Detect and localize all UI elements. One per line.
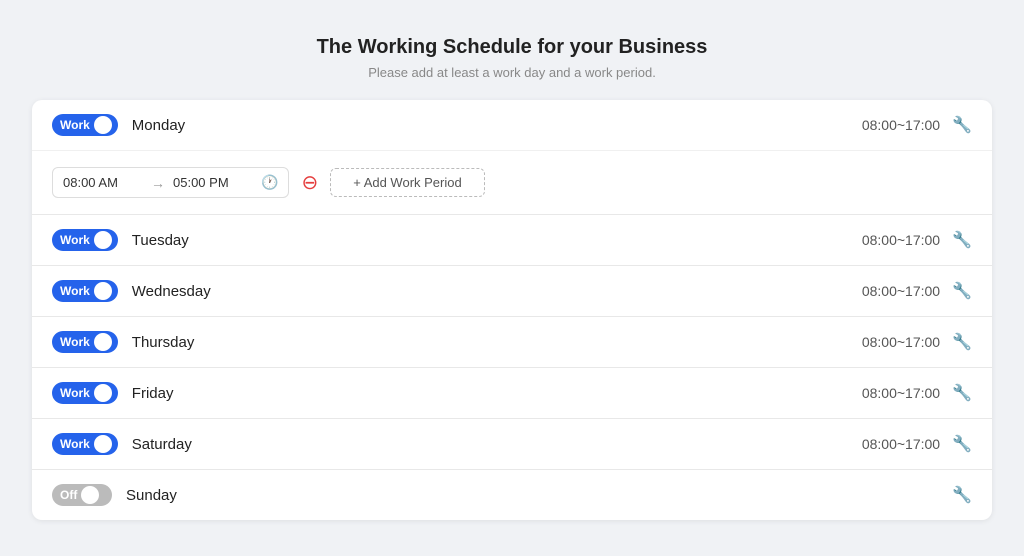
toggle-circle-monday — [94, 116, 112, 134]
day-row-thursday: Work Thursday08:00~17:00 🔧 — [32, 317, 992, 368]
day-header-friday[interactable]: Work Friday08:00~17:00 🔧 — [32, 368, 992, 418]
day-name-sunday: Sunday — [126, 487, 940, 504]
toggle-wednesday[interactable]: Work — [52, 280, 118, 302]
wrench-icon-wednesday[interactable]: 🔧 — [952, 281, 972, 301]
day-name-tuesday: Tuesday — [132, 232, 862, 249]
wrench-icon-friday[interactable]: 🔧 — [952, 383, 972, 403]
day-header-thursday[interactable]: Work Thursday08:00~17:00 🔧 — [32, 317, 992, 367]
day-header-tuesday[interactable]: Work Tuesday08:00~17:00 🔧 — [32, 215, 992, 265]
day-name-monday: Monday — [132, 117, 862, 134]
day-row-saturday: Work Saturday08:00~17:00 🔧 — [32, 419, 992, 470]
day-name-thursday: Thursday — [132, 334, 862, 351]
toggle-circle-tuesday — [94, 231, 112, 249]
toggle-saturday[interactable]: Work — [52, 433, 118, 455]
day-hours-tuesday: 08:00~17:00 — [862, 232, 940, 248]
toggle-label-sunday: Off — [60, 488, 77, 502]
wrench-icon-sunday[interactable]: 🔧 — [952, 485, 972, 505]
toggle-thursday[interactable]: Work — [52, 331, 118, 353]
day-row-monday: WorkMonday08:00~17:00🔧→🕐⊖+ Add Work Peri… — [32, 100, 992, 215]
toggle-label-friday: Work — [60, 386, 90, 400]
toggle-circle-saturday — [94, 435, 112, 453]
toggle-tuesday[interactable]: Work — [52, 229, 118, 251]
toggle-label-saturday: Work — [60, 437, 90, 451]
toggle-label-wednesday: Work — [60, 284, 90, 298]
wrench-icon-thursday[interactable]: 🔧 — [952, 332, 972, 352]
add-period-button-monday[interactable]: + Add Work Period — [330, 168, 485, 197]
toggle-label-monday: Work — [60, 118, 90, 132]
day-hours-friday: 08:00~17:00 — [862, 385, 940, 401]
remove-period-monday-0[interactable]: ⊖ — [301, 173, 318, 193]
end-time-monday-0[interactable] — [173, 175, 253, 190]
toggle-circle-friday — [94, 384, 112, 402]
day-hours-thursday: 08:00~17:00 — [862, 334, 940, 350]
toggle-sunday[interactable]: Off — [52, 484, 112, 506]
clock-icon-monday-0: 🕐 — [261, 174, 278, 191]
day-name-saturday: Saturday — [132, 436, 862, 453]
arrow-icon-monday-0: → — [151, 175, 165, 191]
day-header-saturday[interactable]: Work Saturday08:00~17:00 🔧 — [32, 419, 992, 469]
day-name-friday: Friday — [132, 385, 862, 402]
toggle-label-thursday: Work — [60, 335, 90, 349]
toggle-circle-wednesday — [94, 282, 112, 300]
wrench-icon-tuesday[interactable]: 🔧 — [952, 230, 972, 250]
day-row-tuesday: Work Tuesday08:00~17:00 🔧 — [32, 215, 992, 266]
day-header-monday[interactable]: Work Monday08:00~17:00 🔧 — [32, 100, 992, 151]
day-hours-saturday: 08:00~17:00 — [862, 436, 940, 452]
toggle-circle-thursday — [94, 333, 112, 351]
page-title: The Working Schedule for your Business — [317, 36, 708, 59]
start-time-monday-0[interactable] — [63, 175, 143, 190]
day-row-wednesday: Work Wednesday08:00~17:00 🔧 — [32, 266, 992, 317]
day-row-friday: Work Friday08:00~17:00 🔧 — [32, 368, 992, 419]
day-hours-monday: 08:00~17:00 — [862, 117, 940, 133]
time-range-monday-0: →🕐 — [52, 167, 289, 198]
wrench-icon-monday[interactable]: 🔧 — [952, 115, 972, 135]
day-detail-monday: →🕐⊖+ Add Work Period — [32, 151, 992, 214]
toggle-circle-sunday — [81, 486, 99, 504]
toggle-label-tuesday: Work — [60, 233, 90, 247]
day-row-sunday: Off Sunday 🔧 — [32, 470, 992, 520]
day-header-wednesday[interactable]: Work Wednesday08:00~17:00 🔧 — [32, 266, 992, 316]
day-hours-wednesday: 08:00~17:00 — [862, 283, 940, 299]
page-subtitle: Please add at least a work day and a wor… — [368, 65, 656, 80]
toggle-monday[interactable]: Work — [52, 114, 118, 136]
toggle-friday[interactable]: Work — [52, 382, 118, 404]
day-name-wednesday: Wednesday — [132, 283, 862, 300]
day-header-sunday[interactable]: Off Sunday 🔧 — [32, 470, 992, 520]
schedule-card: WorkMonday08:00~17:00🔧→🕐⊖+ Add Work Peri… — [32, 100, 992, 520]
wrench-icon-saturday[interactable]: 🔧 — [952, 434, 972, 454]
